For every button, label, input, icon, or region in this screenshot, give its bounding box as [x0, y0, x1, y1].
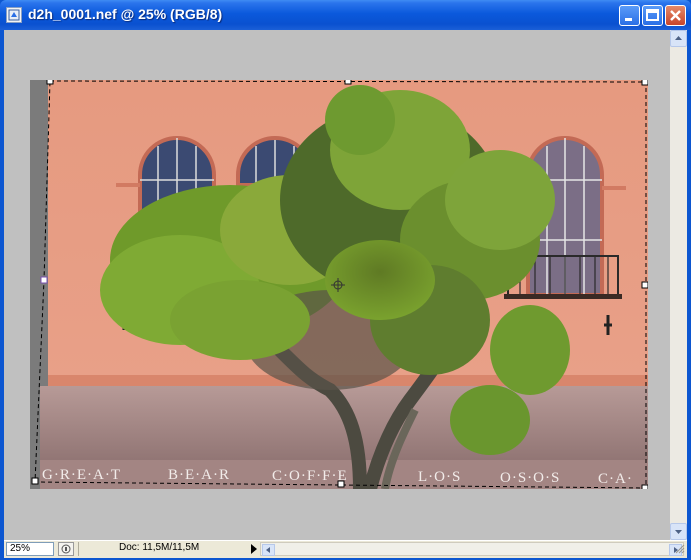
vertical-scrollbar[interactable] — [670, 30, 687, 540]
status-bar: 25% Doc: 11,5M/11,5M — [4, 540, 687, 558]
minimize-icon — [625, 18, 632, 21]
handle-bottom-right[interactable] — [641, 484, 648, 489]
document-size-info: Doc: 11,5M/11,5M — [78, 542, 248, 556]
awning-text-4: L·O·S — [418, 469, 461, 485]
scroll-down-button[interactable] — [670, 523, 687, 540]
scroll-left-button[interactable] — [262, 544, 275, 556]
document-icon[interactable] — [6, 7, 22, 23]
handle-top-right[interactable] — [641, 80, 648, 86]
awning-text-5: O·S·O·S — [500, 470, 560, 486]
handle-bottom-middle[interactable] — [337, 480, 345, 488]
handle-top-left[interactable] — [46, 80, 54, 85]
close-button[interactable] — [665, 5, 686, 26]
horizontal-scrollbar[interactable] — [260, 542, 684, 556]
arrow-up-icon — [675, 36, 682, 40]
scroll-up-button[interactable] — [670, 30, 687, 47]
close-icon — [670, 10, 681, 21]
canvas-area[interactable]: G·R·E·A·T B·E·A·R C·O·F·F·E L·O·S O·S·O·… — [4, 30, 687, 540]
maximize-icon — [646, 9, 659, 21]
document-canvas[interactable]: G·R·E·A·T B·E·A·R C·O·F·F·E L·O·S O·S·O·… — [30, 80, 648, 489]
maximize-button[interactable] — [642, 5, 663, 26]
awning-text-3: C·O·F·F·E — [272, 468, 348, 484]
awning-text-6: C·A· — [598, 471, 633, 487]
awning-text-2: B·E·A·R — [168, 467, 230, 483]
status-menu-arrow-icon[interactable] — [250, 543, 258, 558]
zoom-level-field[interactable]: 25% — [6, 542, 54, 556]
arrow-left-icon — [266, 547, 270, 553]
minimize-button[interactable] — [619, 5, 640, 26]
handle-bottom-left[interactable] — [31, 477, 39, 485]
title-bar[interactable]: d2h_0001.nef @ 25% (RGB/8) — [0, 0, 691, 30]
info-icon[interactable] — [58, 542, 74, 556]
handle-middle-left[interactable] — [40, 276, 48, 284]
resize-grip-icon[interactable] — [675, 544, 685, 557]
handle-top-middle[interactable] — [344, 80, 352, 85]
window-title: d2h_0001.nef @ 25% (RGB/8) — [28, 6, 223, 22]
awning-text-1: G·R·E·A·T — [42, 467, 121, 483]
handle-middle-right[interactable] — [641, 281, 648, 289]
photo-image: G·R·E·A·T B·E·A·R C·O·F·F·E L·O·S O·S·O·… — [30, 80, 648, 489]
arrow-down-icon — [675, 530, 682, 534]
document-window: d2h_0001.nef @ 25% (RGB/8) G·R·E·A·T B·E… — [0, 0, 691, 560]
